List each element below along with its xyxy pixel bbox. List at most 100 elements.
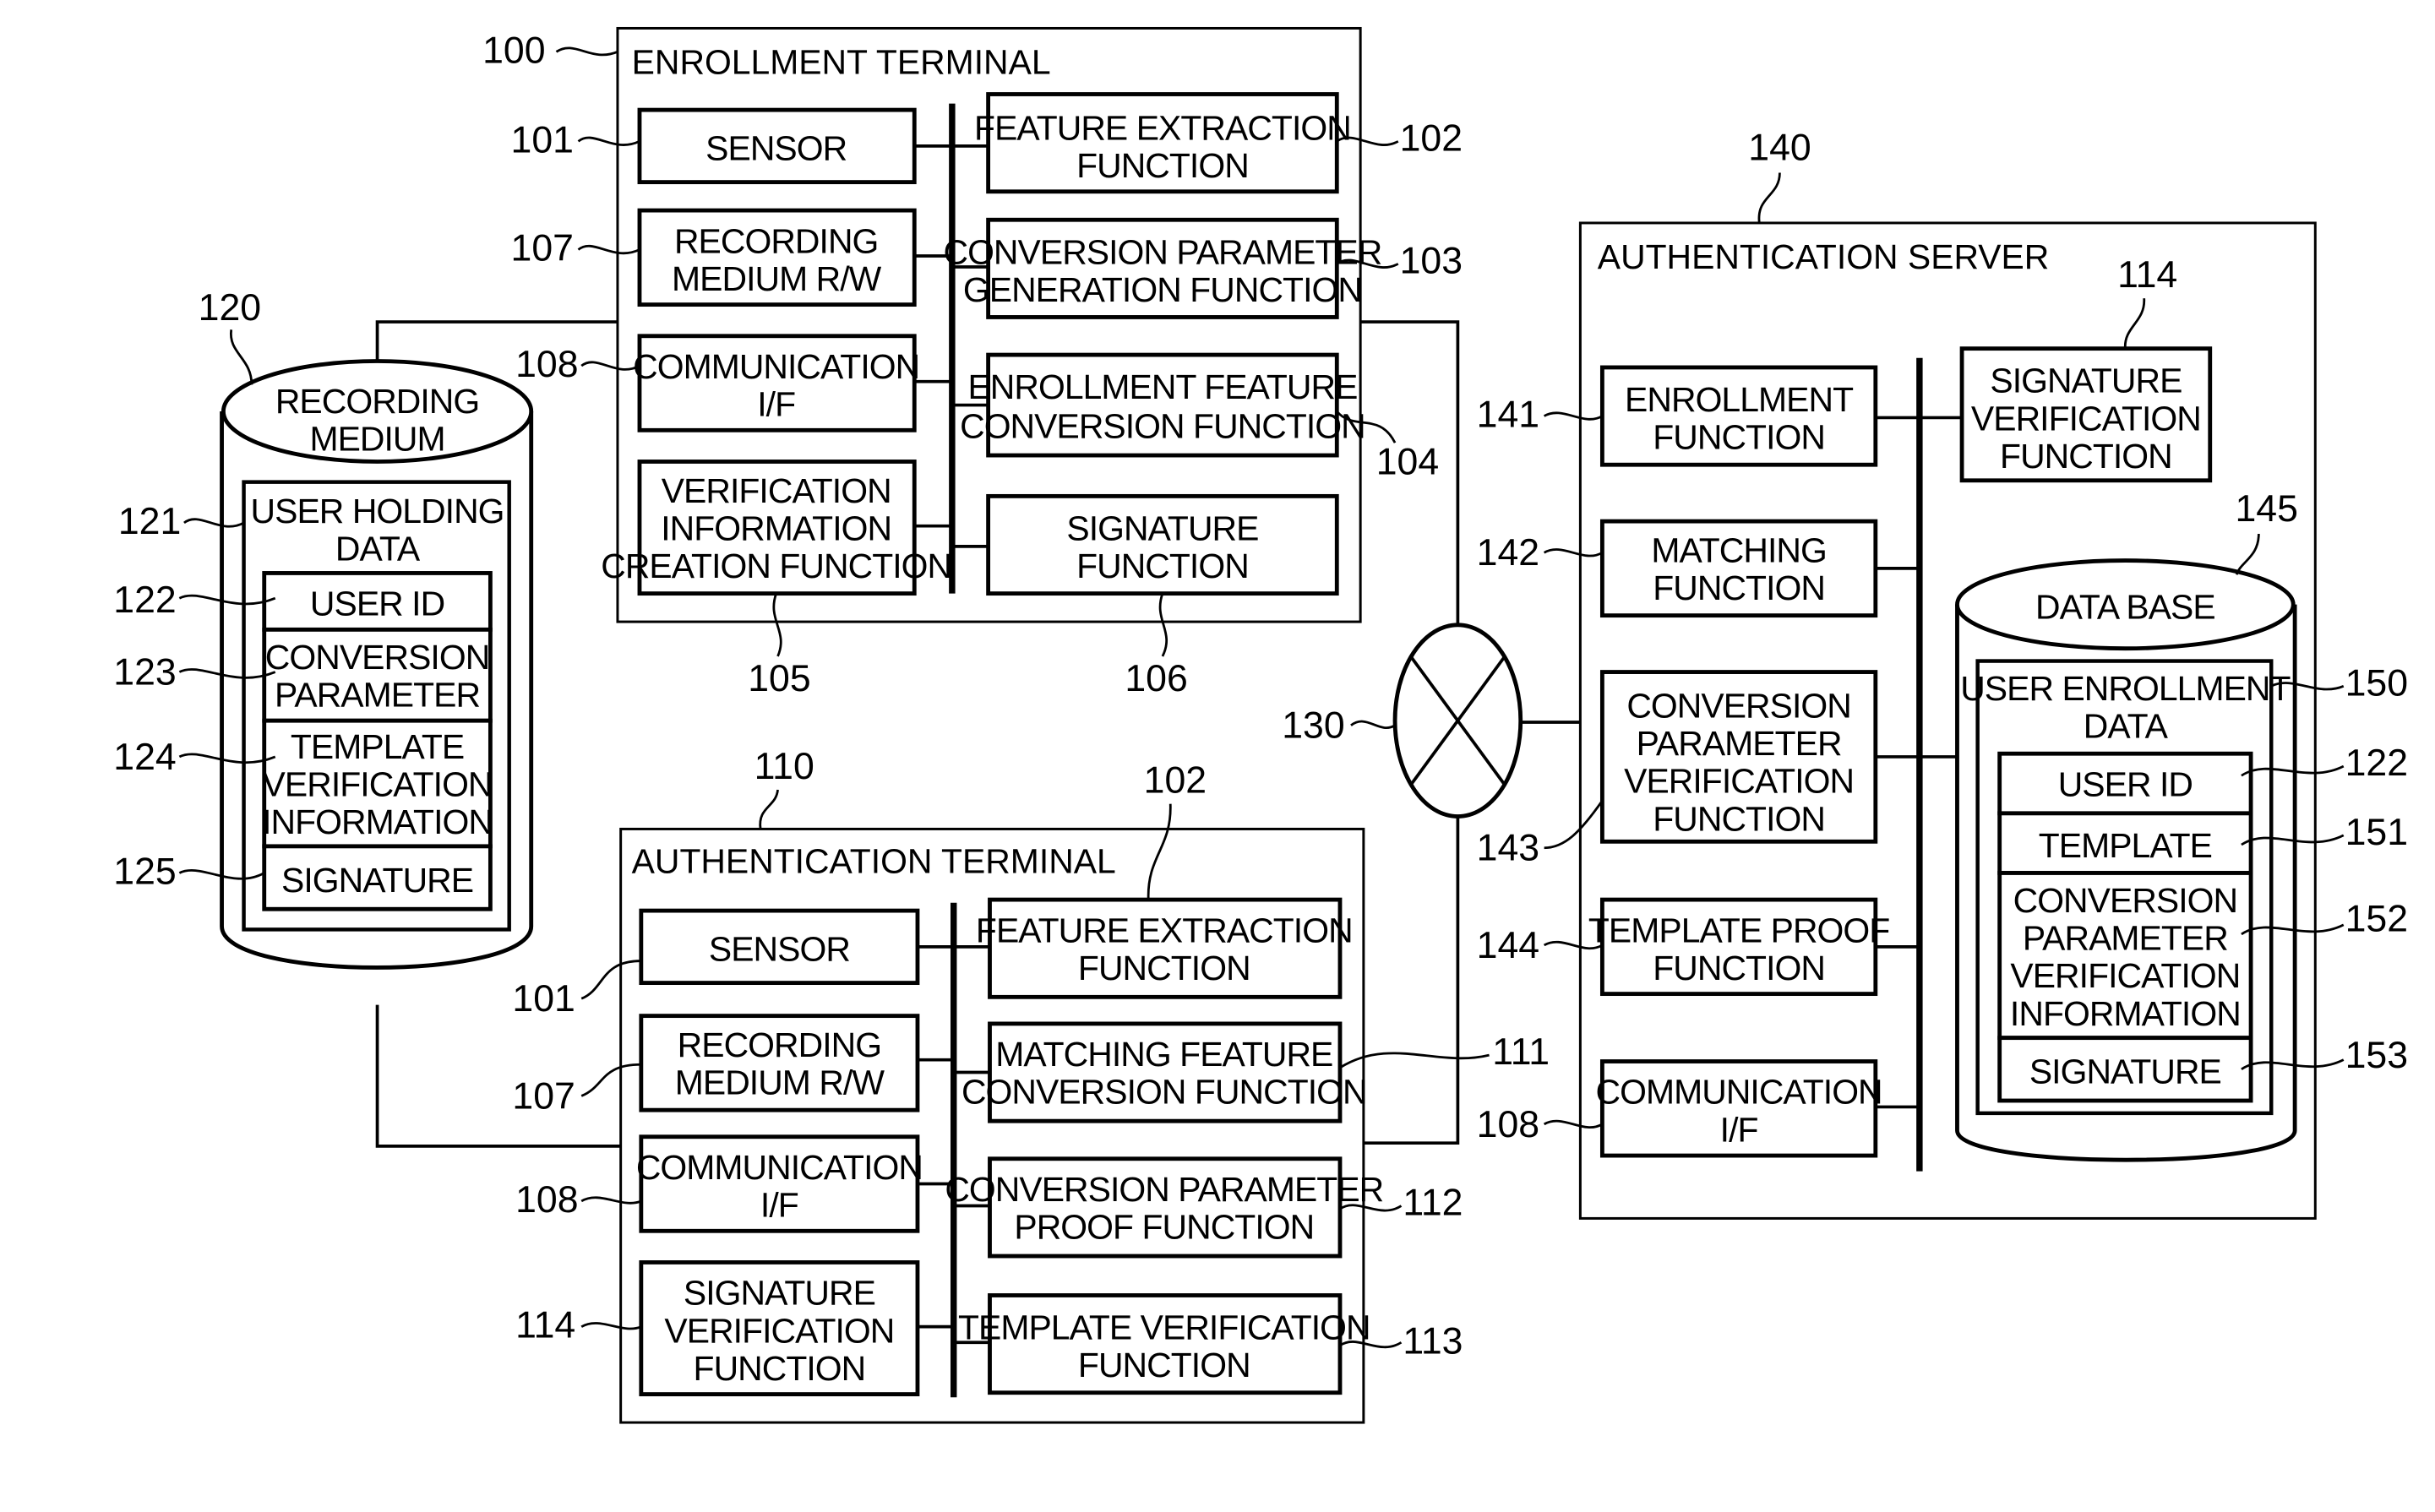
block-label: CONVERSION FUNCTION xyxy=(960,407,1365,446)
block-label: FUNCTION xyxy=(1653,418,1825,457)
block-label: TEMPLATE VERIFICATION xyxy=(958,1308,1370,1347)
block-label: PROOF FUNCTION xyxy=(1014,1208,1314,1247)
field-template-verification-info: TEMPLATE VERIFICATION INFORMATION 124 xyxy=(113,718,493,849)
block-verification-info-creation: VERIFICATION INFORMATION CREATION FUNCTI… xyxy=(601,460,952,699)
field-signature: SIGNATURE 125 xyxy=(113,844,493,911)
leader-line xyxy=(1543,411,1604,421)
block-conversion-parameter-proof: CONVERSION PARAMETER PROOF FUNCTION 112 xyxy=(945,1156,1463,1259)
block-label: FEATURE EXTRACTION xyxy=(976,911,1353,949)
block-label: VERIFICATION xyxy=(664,1311,894,1350)
field-user-id: USER ID 122 xyxy=(1997,742,2408,816)
ref-label: 114 xyxy=(515,1305,575,1346)
block-label: GENERATION FUNCTION xyxy=(963,270,1362,309)
block-label: FUNCTION xyxy=(1076,547,1249,585)
block-label: FUNCTION xyxy=(1078,949,1250,987)
block-matching-function: MATCHING FUNCTION 142 xyxy=(1477,519,1920,618)
field-conversion-parameter: CONVERSION PARAMETER 123 xyxy=(113,627,493,723)
ref-label: 121 xyxy=(118,501,181,542)
block-enrollment-function: ENROLLMENT FUNCTION 141 xyxy=(1477,365,1963,467)
block-label: COMMUNICATION xyxy=(633,347,919,386)
wire-medium-to-authentication xyxy=(375,1004,621,1148)
ref-label: 102 xyxy=(1144,760,1207,802)
block-label: RECORDING xyxy=(678,1025,881,1064)
authentication-terminal: AUTHENTICATION TERMINAL 110 SENSOR 101 R… xyxy=(512,746,1550,1424)
ref-label: 151 xyxy=(2345,812,2408,853)
block-label: I/F xyxy=(760,1186,798,1225)
block-label: FUNCTION xyxy=(694,1349,866,1388)
ref-label: 104 xyxy=(1376,441,1439,482)
ref-label: 108 xyxy=(1477,1104,1539,1145)
field-label: CONVERSION xyxy=(2013,881,2238,920)
user-holding-data-title: DATA xyxy=(335,530,421,568)
ref-label: 107 xyxy=(512,1075,575,1117)
block-communication-if: COMMUNICATION I/F 108 xyxy=(515,1134,954,1233)
ref-label: 142 xyxy=(1477,532,1539,574)
leader-line xyxy=(577,136,640,146)
ref-label: 105 xyxy=(748,658,810,699)
authentication-server-title: AUTHENTICATION SERVER xyxy=(1598,237,2049,276)
ref-label: 113 xyxy=(1403,1320,1463,1362)
field-label: VERIFICATION xyxy=(263,764,493,803)
recording-medium: RECORDING MEDIUM 120 USER HOLDING DATA 1… xyxy=(113,287,534,970)
network: 130 xyxy=(1282,623,1523,819)
block-template-verification: TEMPLATE VERIFICATION FUNCTION 113 xyxy=(953,1293,1463,1395)
ref-label: 122 xyxy=(113,579,176,621)
user-enrollment-data-title: DATA xyxy=(2084,707,2169,746)
ref-label: 140 xyxy=(1748,128,1811,169)
field-label: TEMPLATE xyxy=(2039,826,2212,865)
leader-line xyxy=(580,960,641,1000)
leader-line xyxy=(759,789,779,829)
block-label: FUNCTION xyxy=(1653,799,1825,838)
block-recording-medium-rw: RECORDING MEDIUM R/W 107 xyxy=(512,1014,954,1117)
block-label: CONVERSION xyxy=(1626,686,1851,725)
block-label: ENROLLMENT xyxy=(1625,380,1854,419)
ref-label: 101 xyxy=(512,978,575,1020)
leader-line xyxy=(580,361,640,371)
leader-line xyxy=(580,1196,642,1205)
ref-label: 124 xyxy=(113,737,176,778)
ref-label: 130 xyxy=(1282,705,1344,747)
ref-label: 106 xyxy=(1125,658,1187,699)
ref-label: 145 xyxy=(2235,488,2297,530)
ref-label: 103 xyxy=(1400,240,1463,281)
field-label: USER ID xyxy=(2058,764,2193,803)
block-label: MATCHING xyxy=(1651,530,1827,569)
recording-medium-title: MEDIUM xyxy=(309,419,444,458)
block-label: SIGNATURE xyxy=(1990,362,2182,400)
block-feature-extraction: FEATURE EXTRACTION FUNCTION 102 xyxy=(951,92,1463,194)
wire-authentication-to-network xyxy=(1363,816,1460,1145)
block-label: CREATION FUNCTION xyxy=(601,547,951,585)
leader-line xyxy=(1543,548,1604,557)
system-block-diagram: ENROLLMENT TERMINAL 100 SENSOR 101 RECOR… xyxy=(113,26,2408,1424)
leader-line xyxy=(1158,593,1168,657)
ref-label: 153 xyxy=(2345,1035,2408,1076)
field-label: USER ID xyxy=(310,585,444,623)
field-label: CONVERSION xyxy=(265,638,490,677)
block-signature-verification: SIGNATURE VERIFICATION FUNCTION 114 xyxy=(1959,254,2213,483)
ref-label: 101 xyxy=(511,119,574,160)
leader-line xyxy=(2235,533,2260,575)
block-label: VERIFICATION xyxy=(1971,399,2201,438)
leader-line xyxy=(1543,1119,1604,1129)
block-signature-verification: SIGNATURE VERIFICATION FUNCTION 114 xyxy=(515,1260,954,1397)
block-label: VERIFICATION xyxy=(1624,762,1854,801)
block-label: I/F xyxy=(757,385,795,424)
block-label: MATCHING FEATURE xyxy=(995,1035,1332,1074)
field-label: VERIFICATION xyxy=(2010,956,2240,995)
block-template-proof-function: TEMPLATE PROOF FUNCTION 144 xyxy=(1477,897,1920,997)
block-label: SIGNATURE xyxy=(1066,509,1258,547)
ref-label: 112 xyxy=(1403,1183,1463,1224)
ref-label: 108 xyxy=(515,344,578,385)
field-label: SIGNATURE xyxy=(2029,1052,2221,1091)
block-signature-function: SIGNATURE FUNCTION 106 xyxy=(951,493,1339,699)
block-recording-medium-rw: RECORDING MEDIUM R/W 107 xyxy=(511,208,952,307)
ref-label: 100 xyxy=(482,30,545,71)
block-label: FUNCTION xyxy=(1076,146,1249,185)
block-label: SENSOR xyxy=(709,930,850,969)
block-label: COMMUNICATION xyxy=(1596,1073,1882,1112)
leader-line xyxy=(555,46,618,57)
block-label: MEDIUM R/W xyxy=(675,1063,885,1102)
leader-line xyxy=(772,593,782,657)
user-holding-data-title: USER HOLDING xyxy=(251,492,504,530)
leader-line xyxy=(2123,298,2146,349)
